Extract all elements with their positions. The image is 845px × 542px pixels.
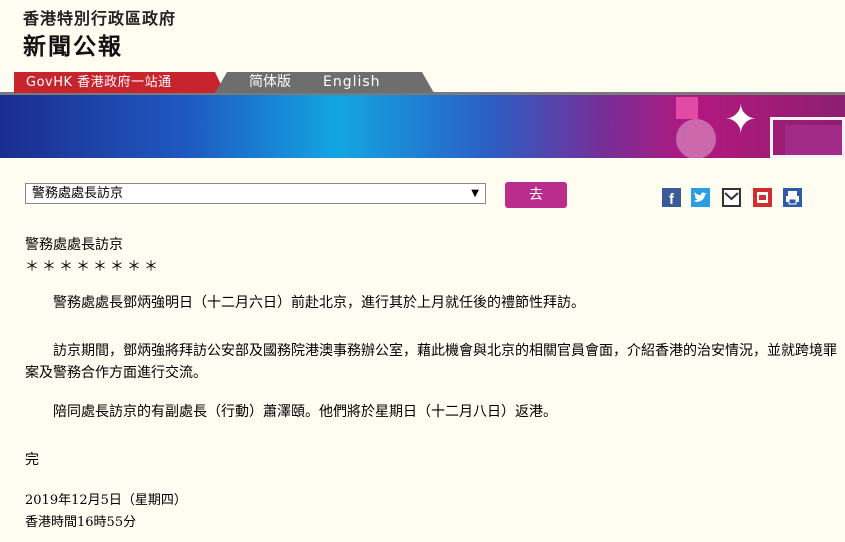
facebook-icon[interactable]: f — [662, 188, 681, 207]
print-icon[interactable] — [783, 188, 802, 207]
go-button[interactable]: 去 — [505, 182, 567, 208]
dropdown-arrow-icon: ▼ — [471, 188, 479, 199]
release-time: 香港時間16時55分 — [25, 515, 137, 530]
english-link[interactable]: English — [323, 72, 381, 93]
article-paragraph: 訪京期間，鄧炳強將拜訪公安部及國務院港澳事務辦公室，藉此機會與北京的相關官員會面… — [25, 343, 837, 381]
svg-text:f: f — [669, 191, 675, 207]
article-paragraph: 警務處處長鄧炳強明日（十二月六日）前赴北京，進行其於上月就任後的禮節性拜訪。 — [53, 295, 585, 311]
email-icon[interactable] — [722, 188, 741, 207]
topic-select[interactable]: 警務處處長訪京 ▼ — [25, 183, 486, 204]
banner-decoration — [770, 117, 845, 158]
banner: ✦ — [0, 95, 845, 158]
print-friendly-icon[interactable] — [753, 188, 772, 207]
article-end: 完 — [25, 452, 39, 468]
sparkle-icon: ✦ — [724, 97, 758, 143]
language-bar: 简体版 English — [215, 72, 434, 93]
banner-decoration — [676, 119, 716, 158]
masthead: 香港特別行政區政府 新聞公報 — [0, 0, 845, 70]
topic-select-value: 警務處處長訪京 — [32, 186, 124, 201]
govhk-link[interactable]: GovHK 香港政府一站通 — [14, 72, 225, 93]
simplified-chinese-link[interactable]: 简体版 — [249, 72, 291, 93]
government-name: 香港特別行政區政府 — [23, 9, 177, 28]
twitter-icon[interactable] — [691, 188, 710, 207]
article-title: 警務處處長訪京 — [25, 237, 123, 253]
nav-strip: GovHK 香港政府一站通 简体版 English — [0, 70, 845, 95]
site-title[interactable]: 新聞公報 — [23, 27, 123, 61]
release-date: 2019年12月5日（星期四） — [25, 493, 187, 508]
banner-decoration — [676, 97, 698, 119]
title-separator: ＊＊＊＊＊＊＊＊ — [25, 259, 161, 275]
article-paragraph: 陪同處長訪京的有副處長（行動）蕭澤頤。他們將於星期日（十二月八日）返港。 — [53, 404, 557, 420]
